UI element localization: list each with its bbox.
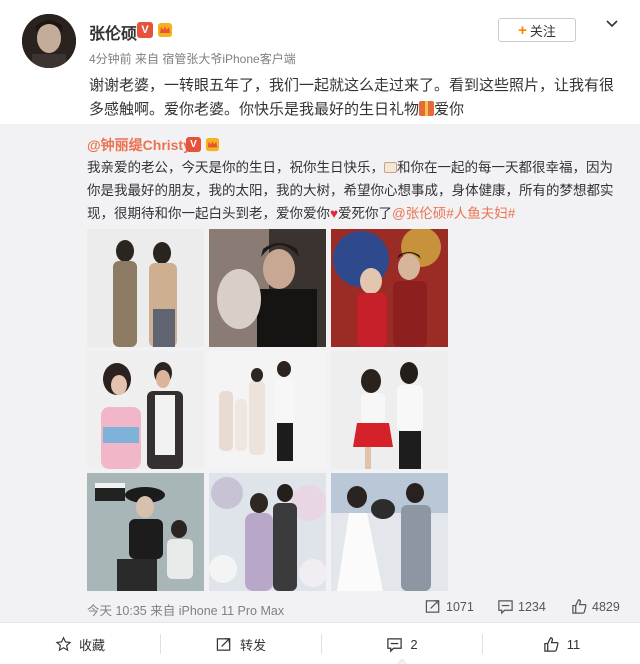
cake-icon bbox=[384, 162, 397, 173]
author-name[interactable]: 张伦硕 bbox=[89, 20, 137, 44]
repost-comment-stat[interactable]: 1234 bbox=[497, 598, 546, 615]
repost-forward-stat[interactable]: 1071 bbox=[425, 598, 474, 615]
repost-text: 我亲爱的老公，今天是你的生日，祝你生日快乐， 和你在一起的每一天都很幸福，因为你是… bbox=[87, 160, 614, 221]
action-bar: 收藏 转发 2 11 bbox=[0, 622, 640, 664]
verified-badge-icon: V bbox=[186, 137, 201, 152]
post-text: 谢谢老婆，一转眼五年了，我们一起就这么走过来了。看到这些照片，让我有很 多感触啊… bbox=[89, 77, 615, 118]
forward-icon bbox=[216, 637, 231, 651]
post-meta: 4分钟前 来自 宿管张大爷iPhone客户端 bbox=[89, 52, 296, 66]
plus-icon: + bbox=[518, 21, 527, 39]
comment-button[interactable]: 2 bbox=[322, 623, 482, 664]
photo-couple-close-embrace[interactable] bbox=[209, 229, 326, 347]
crown-icon bbox=[205, 137, 220, 152]
repost-footer: 今天 10:35 来自 iPhone 11 Pro Max 1071 1234 … bbox=[87, 598, 627, 618]
hashtag-link[interactable]: #人鱼夫妇# bbox=[446, 206, 515, 221]
photo-couple-film-clapper[interactable] bbox=[87, 473, 204, 591]
post-header: 张伦硕 V 4分钟前 来自 宿管张大爷iPhone客户端 + 关注 谢谢老婆，一… bbox=[0, 0, 640, 124]
photo-couple-sequin-dress[interactable] bbox=[87, 229, 204, 347]
repost-author-name[interactable]: @钟丽缇Christy bbox=[87, 135, 191, 155]
photo-couple-wedding-dog[interactable] bbox=[331, 473, 448, 591]
photo-couple-red-chinese[interactable] bbox=[331, 229, 448, 347]
chevron-down-icon[interactable] bbox=[604, 16, 620, 32]
comment-icon bbox=[387, 637, 403, 653]
mention-link[interactable]: @张伦硕 bbox=[392, 206, 446, 221]
favorite-button[interactable]: 收藏 bbox=[0, 623, 160, 664]
photo-family-group-white[interactable] bbox=[209, 351, 326, 469]
photo-grid bbox=[87, 229, 448, 595]
author-avatar[interactable] bbox=[22, 14, 76, 68]
photo-couple-colorful-dress[interactable] bbox=[87, 351, 204, 469]
like-button[interactable]: 11 bbox=[483, 623, 640, 664]
heart-icon: ♥ bbox=[330, 206, 339, 221]
repost-card: @钟丽缇Christy V 我亲爱的老公，今天是你的生日，祝你生日快乐， 和你在一… bbox=[0, 124, 640, 622]
forward-button[interactable]: 转发 bbox=[161, 623, 321, 664]
photo-couple-hanfu-garden[interactable] bbox=[209, 473, 326, 591]
repost-like-stat[interactable]: 4829 bbox=[571, 598, 620, 615]
repost-time-source: 今天 10:35 来自 iPhone 11 Pro Max bbox=[87, 604, 285, 618]
thumbs-up-icon bbox=[572, 599, 587, 614]
star-icon bbox=[55, 635, 72, 651]
crown-icon bbox=[158, 23, 172, 37]
active-tab-caret-icon bbox=[397, 659, 407, 664]
thumbs-up-icon bbox=[544, 636, 559, 652]
follow-label: 关注 bbox=[529, 23, 556, 39]
forward-icon bbox=[425, 600, 440, 613]
photo-couple-red-skirt[interactable] bbox=[331, 351, 448, 469]
verified-badge-icon: V bbox=[137, 22, 153, 38]
follow-button[interactable]: + 关注 bbox=[498, 18, 576, 42]
comment-icon bbox=[498, 600, 513, 615]
gift-icon bbox=[419, 101, 435, 116]
